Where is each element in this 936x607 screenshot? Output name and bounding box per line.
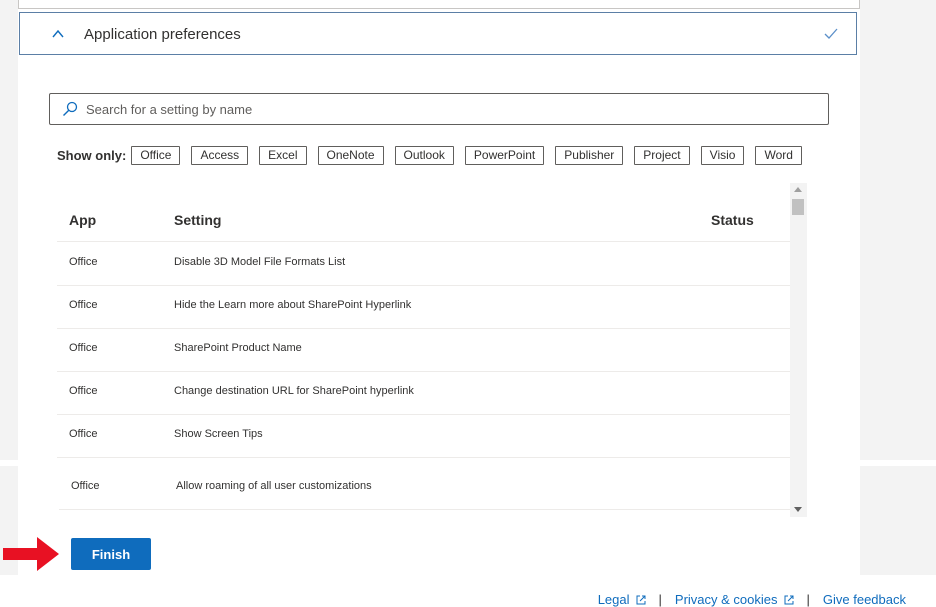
- checkmark-icon: [824, 28, 838, 39]
- row-setting: Hide the Learn more about SharePoint Hyp…: [174, 299, 412, 311]
- scroll-up-arrow-icon[interactable]: [794, 187, 802, 192]
- filter-row: Show only: Office Access Excel OneNote O…: [57, 145, 813, 166]
- footer-links: Legal | Privacy & cookies | Give feedbac…: [598, 592, 906, 607]
- table-scrollbar[interactable]: [790, 183, 807, 517]
- table-row[interactable]: Office Allow roaming of all user customi…: [59, 466, 790, 510]
- search-box[interactable]: [49, 93, 829, 125]
- row-app: Office: [69, 299, 98, 311]
- row-app: Office: [69, 256, 98, 268]
- row-app: Office: [69, 342, 98, 354]
- give-feedback-link[interactable]: Give feedback: [823, 592, 906, 607]
- table-row[interactable]: Office SharePoint Product Name: [57, 328, 790, 372]
- filter-chip-publisher[interactable]: Publisher: [555, 146, 624, 165]
- filter-chip-onenote[interactable]: OneNote: [317, 146, 384, 165]
- external-link-icon: [784, 595, 793, 604]
- row-app: Office: [71, 480, 100, 492]
- section-title: Application preferences: [84, 26, 241, 43]
- settings-table: App Setting Status Office Disable 3D Mod…: [57, 183, 790, 460]
- previous-section-edge: [18, 0, 860, 9]
- filter-chip-access[interactable]: Access: [191, 146, 249, 165]
- row-setting: Disable 3D Model File Formats List: [174, 256, 346, 268]
- search-input[interactable]: [86, 94, 816, 124]
- external-link-icon: [636, 595, 646, 604]
- finish-button[interactable]: Finish: [71, 538, 151, 570]
- row-setting: Allow roaming of all user customizations: [176, 480, 372, 492]
- filter-chip-outlook[interactable]: Outlook: [394, 146, 454, 165]
- table-row[interactable]: Office Change destination URL for ShareP…: [57, 371, 790, 415]
- legal-link-label: Legal: [597, 592, 630, 607]
- table-row[interactable]: Office Hide the Learn more about SharePo…: [57, 285, 790, 329]
- table-row[interactable]: Office Disable 3D Model File Formats Lis…: [57, 242, 790, 286]
- filter-chip-office[interactable]: Office: [131, 146, 181, 165]
- row-setting: Show Screen Tips: [174, 428, 263, 440]
- filter-chip-word[interactable]: Word: [755, 146, 802, 165]
- row-setting: SharePoint Product Name: [174, 342, 302, 354]
- filter-chip-project[interactable]: Project: [634, 146, 690, 165]
- privacy-cookies-link[interactable]: Privacy & cookies: [675, 592, 794, 607]
- filter-chip-visio[interactable]: Visio: [700, 146, 745, 165]
- row-app: Office: [69, 428, 98, 440]
- scroll-down-arrow-icon[interactable]: [794, 507, 802, 512]
- chevron-up-icon[interactable]: [52, 28, 64, 40]
- column-header-setting[interactable]: Setting: [174, 212, 221, 228]
- legal-link[interactable]: Legal: [598, 592, 646, 607]
- search-icon: [63, 101, 78, 116]
- column-header-app[interactable]: App: [69, 212, 96, 228]
- row-setting: Change destination URL for SharePoint hy…: [174, 385, 414, 397]
- table-row[interactable]: Office Show Screen Tips: [57, 414, 790, 458]
- filter-chip-excel[interactable]: Excel: [259, 146, 307, 165]
- application-preferences-header[interactable]: Application preferences: [19, 12, 857, 55]
- privacy-link-label: Privacy & cookies: [674, 592, 778, 607]
- column-header-status[interactable]: Status: [711, 212, 754, 228]
- show-only-label: Show only:: [57, 148, 127, 163]
- footer-separator: |: [806, 592, 810, 607]
- footer-separator: |: [658, 592, 662, 607]
- red-arrow-icon: [3, 537, 59, 571]
- scroll-thumb[interactable]: [792, 199, 804, 215]
- filter-chip-powerpoint[interactable]: PowerPoint: [464, 146, 545, 165]
- row-app: Office: [69, 385, 98, 397]
- footer: Legal | Privacy & cookies | Give feedbac…: [0, 575, 936, 607]
